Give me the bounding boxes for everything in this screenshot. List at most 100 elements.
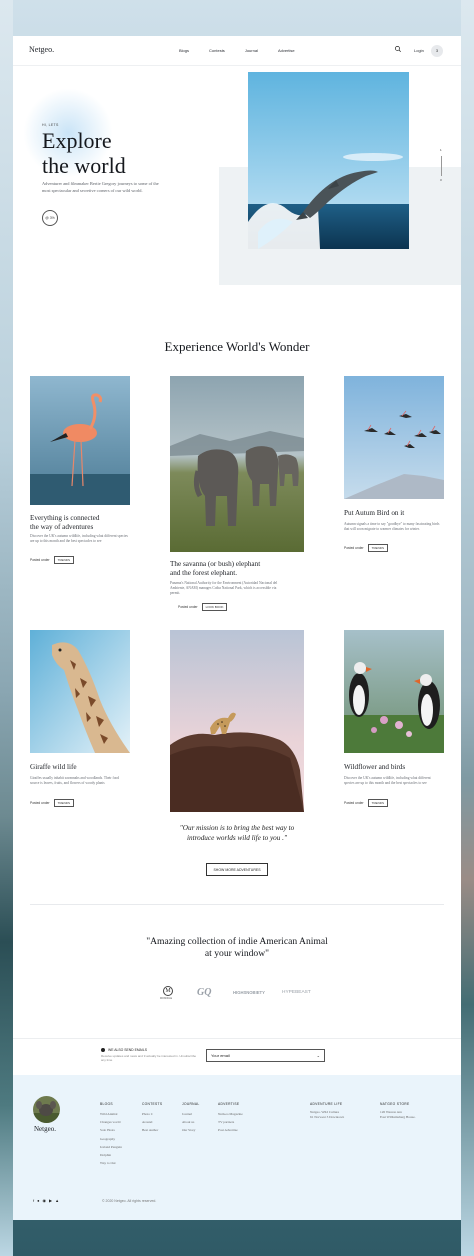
card-title-elephant[interactable]: The savanna (or bush) elephant and the f… <box>170 560 320 577</box>
hero-title-line1: Explore <box>42 128 112 153</box>
nav-link-journal[interactable]: Journal <box>245 48 258 53</box>
footer-link[interactable]: NetGeo Magazine <box>218 1110 243 1118</box>
section-title: Experience World's Wonder <box>164 339 310 354</box>
card-title-wildflower[interactable]: Wildflower and birds <box>344 763 454 772</box>
footer-link[interactable]: TV partners <box>218 1118 243 1126</box>
footer-link[interactable]: Our Story <box>182 1126 200 1134</box>
footer-col-contests: CONTESTS Photo C Around Best Author <box>142 1102 162 1135</box>
card-description: Giraffes usually inhabit savannahs and w… <box>30 776 120 785</box>
footer-heading: CONTESTS <box>142 1102 163 1106</box>
footer-link[interactable]: Post Advertise <box>218 1126 243 1134</box>
facebook-icon[interactable]: f <box>33 1198 34 1203</box>
tag-trends[interactable]: TRENDS <box>53 799 74 807</box>
footer-col-adventure-life: ADVENTURE LIFE Netgeo. Wild Culture 61 N… <box>310 1102 344 1120</box>
card-title-line: and the forest elephant. <box>170 568 238 577</box>
card-meta: Posted under TRENDS <box>344 544 388 552</box>
footer-address-line: East Williamsburg House. <box>380 1115 416 1120</box>
brand-monocle: MONOCLE <box>160 997 173 1000</box>
tag-trends[interactable]: TRENDS <box>367 544 388 552</box>
pager-bar <box>441 156 442 176</box>
hero-badge[interactable]: @ 3% <box>42 210 58 226</box>
nav-link-blogs[interactable]: Blogs <box>179 48 189 53</box>
search-icon[interactable] <box>394 45 402 53</box>
top-nav: Netgeo. Blogs Contests Journal Advertise… <box>13 36 461 66</box>
tag-trends[interactable]: TRENDS <box>53 556 74 564</box>
footer-col-blogs: BLOGS Wild Animal Changes world Solo Hos… <box>100 1102 122 1167</box>
brand-logos: M MONOCLE GQ HIGHSNOBIETY HYPEBEAST <box>160 986 320 1003</box>
avatar[interactable]: 3 <box>431 45 443 57</box>
posted-label: Posted under <box>30 557 50 562</box>
hero-title: Explore the world <box>42 128 172 178</box>
card-title-line: the way of adventures <box>30 522 94 531</box>
footer-heading: ADVENTURE LIFE <box>310 1102 343 1106</box>
testimonial-line1: "Amazing collection of indie American An… <box>146 936 328 947</box>
login-link[interactable]: Login <box>414 48 424 53</box>
card-title-line: The savanna (or bush) elephant <box>170 560 261 568</box>
background-left <box>0 0 13 1256</box>
tag-trends[interactable]: TRENDS <box>367 799 388 807</box>
footer-link[interactable]: Dolphin <box>100 1151 122 1159</box>
mission-line1: "Our mission is to bring the best way to <box>179 824 295 832</box>
twitter-icon[interactable]: ● <box>37 1198 39 1203</box>
footer-col-journal: JOURNAL Journal About us Our Story <box>182 1102 200 1135</box>
brand-highsnobiety: HIGHSNOBIETY <box>233 990 265 995</box>
nav-links: Blogs Contests Journal Advertise <box>179 48 295 53</box>
nav-link-contests[interactable]: Contests <box>209 48 225 53</box>
hero-title-line2: the world <box>42 153 126 178</box>
posted-label: Posted under <box>178 604 198 609</box>
footer-heading: JOURNAL <box>182 1102 200 1106</box>
monocle-logo-icon: M <box>163 986 173 996</box>
mail-icon <box>101 1048 105 1052</box>
hero-description: Adventurer and filmmaker Bertie Gregory … <box>42 181 159 193</box>
card-meta: Posted under TRENDS <box>344 799 388 807</box>
pager-current[interactable]: 1 <box>440 148 442 152</box>
footer-link[interactable]: Geography <box>100 1135 122 1143</box>
giraffe-photo[interactable] <box>30 630 130 753</box>
footer-link[interactable]: Way to Out <box>100 1159 122 1167</box>
copyright: © 2020 Netgeo. All rights reserved. <box>102 1199 157 1203</box>
newsletter-heading: WE ALSO SEND EMAILS <box>108 1048 148 1052</box>
footer-link[interactable]: Wild Animal <box>100 1110 122 1118</box>
youtube-icon[interactable]: ▶ <box>49 1198 52 1203</box>
footer-link[interactable]: Changes world <box>100 1118 122 1126</box>
instagram-icon[interactable]: ◉ <box>43 1198 47 1203</box>
tag-look-book[interactable]: LOOK BOOK <box>201 603 228 611</box>
card-meta: Posted under TRENDS <box>30 799 74 807</box>
social-links: f ● ◉ ▶ ▲ <box>33 1198 59 1203</box>
card-title-connected[interactable]: Everything is connected the way of adven… <box>30 514 140 531</box>
card-title-giraffe[interactable]: Giraffe wild life <box>30 763 140 772</box>
footer-col-advertise: ADVERTISE NetGeo Magazine TV partners Po… <box>218 1102 243 1135</box>
card-description: Autumn signals a time to say "goodbye" t… <box>344 522 440 531</box>
leopard-photo[interactable] <box>170 630 304 812</box>
pager-total[interactable]: 3 <box>440 178 442 182</box>
background-right <box>461 0 474 1256</box>
footer-link[interactable]: Journal <box>182 1110 200 1118</box>
birds-photo[interactable] <box>344 376 444 499</box>
posted-label: Posted under <box>344 545 364 550</box>
brand-gq: GQ <box>197 987 212 998</box>
footer-link[interactable]: Solo Hosts <box>100 1126 122 1134</box>
hero-kicker: HI, LETS <box>42 123 59 127</box>
snapchat-icon[interactable]: ▲ <box>55 1198 59 1203</box>
flamingo-photo[interactable] <box>30 376 130 505</box>
puffins-photo[interactable] <box>344 630 444 753</box>
footer-link[interactable]: About us <box>182 1118 200 1126</box>
footer-link[interactable]: Iceland Penguin <box>100 1143 122 1151</box>
card-title-autumn-bird[interactable]: Put Autum Bird on it <box>344 509 454 518</box>
footer-logo[interactable]: Netgeo. <box>34 1125 56 1133</box>
footer-link[interactable]: Around <box>142 1118 162 1126</box>
footer-avatar <box>33 1096 60 1123</box>
footer-link[interactable]: Photo C <box>142 1110 162 1118</box>
footer-heading: NATGEO STORE <box>380 1102 410 1106</box>
card-description: Panama's National Authority for the Envi… <box>170 581 278 595</box>
footer-link[interactable]: Best Author <box>142 1126 162 1134</box>
nav-link-advertise[interactable]: Advertise <box>278 48 295 53</box>
elephants-photo[interactable] <box>170 376 304 552</box>
posted-label: Posted under <box>30 800 50 805</box>
logo[interactable]: Netgeo. <box>29 45 54 54</box>
testimonial-line2: at your window" <box>204 948 270 959</box>
email-field-value: Your email <box>211 1053 230 1058</box>
email-field[interactable]: Your email ⌄ <box>206 1049 325 1062</box>
show-more-button[interactable]: SHOW MORE ADVENTURES <box>206 863 268 876</box>
chevron-down-icon[interactable]: ⌄ <box>317 1050 320 1062</box>
